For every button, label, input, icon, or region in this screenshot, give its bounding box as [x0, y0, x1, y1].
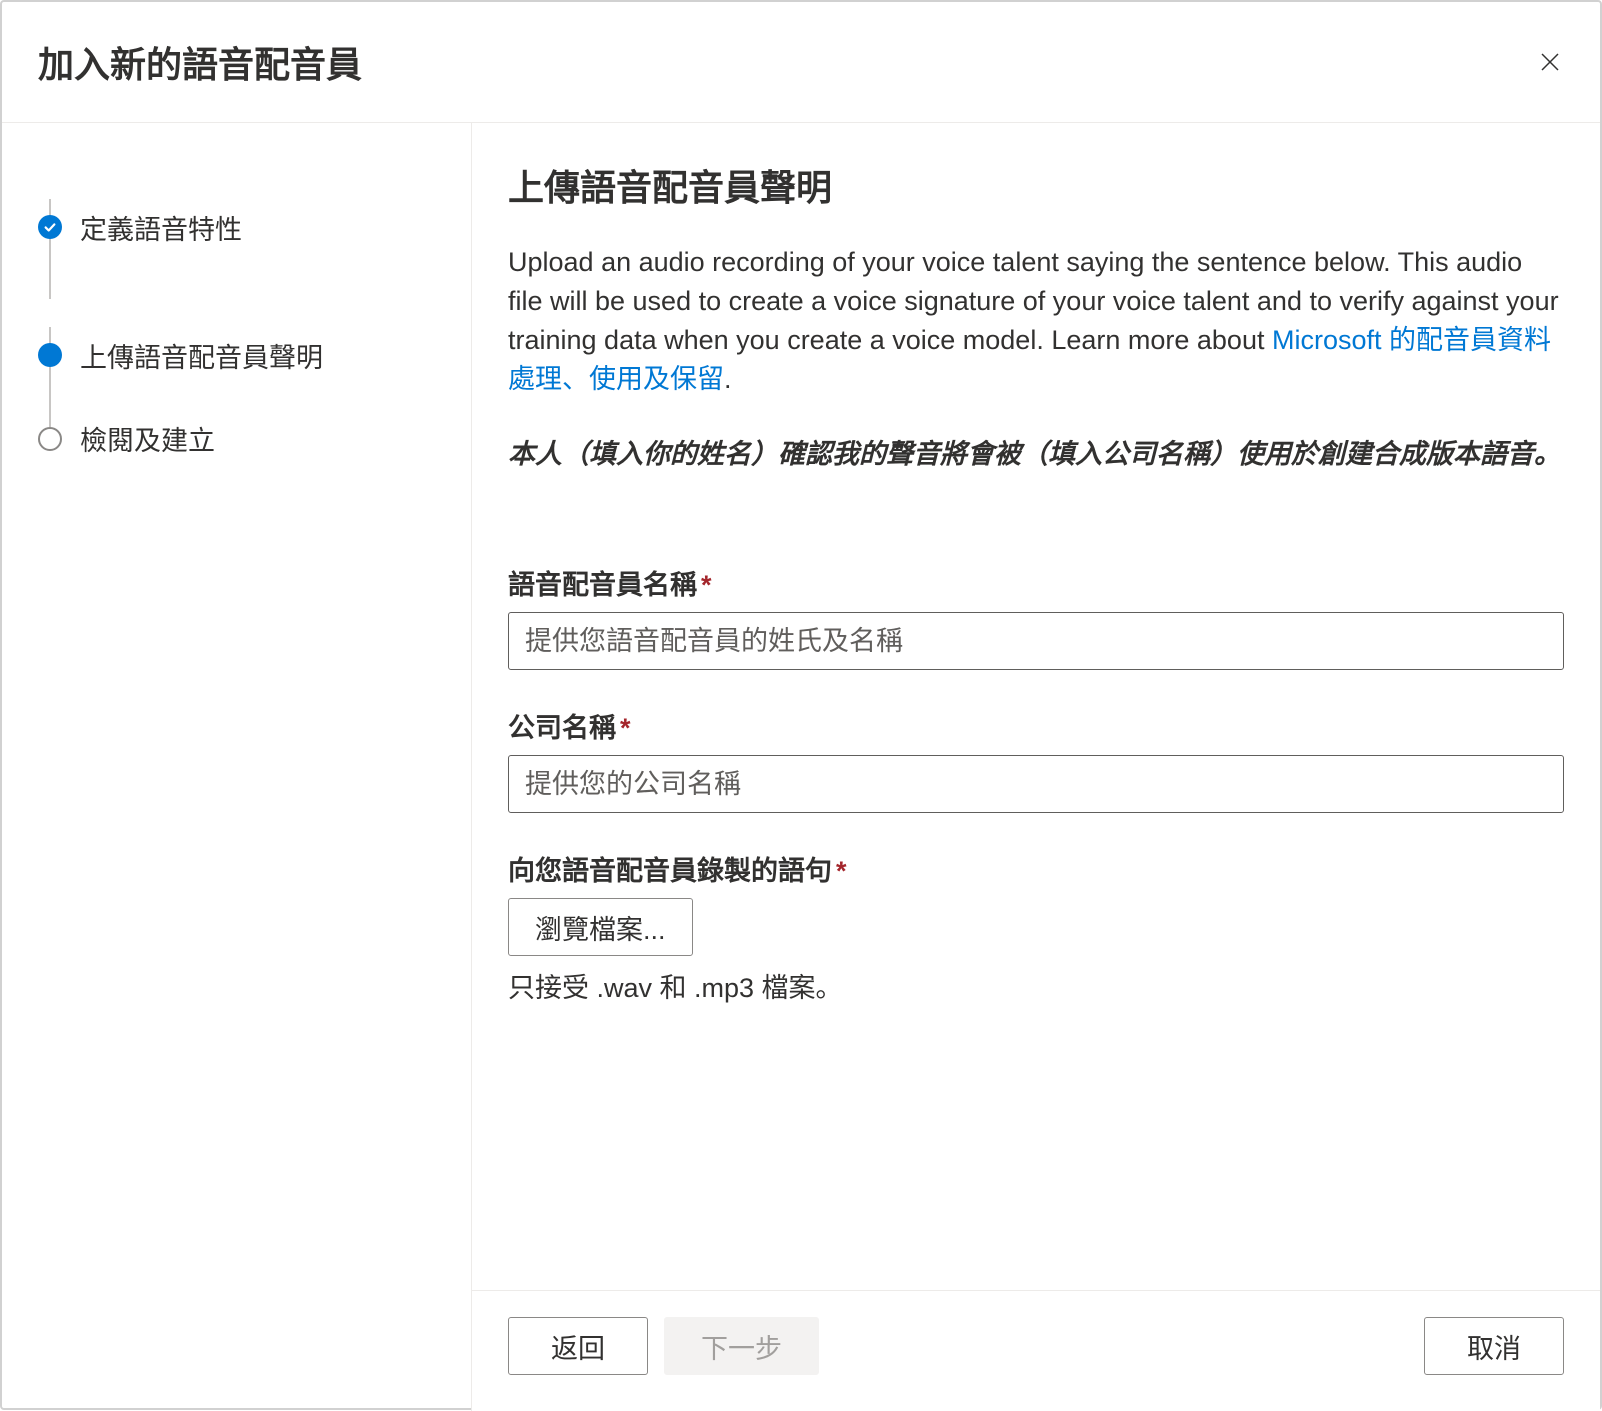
talent-name-group: 語音配音員名稱* — [508, 563, 1564, 670]
company-name-group: 公司名稱* — [508, 706, 1564, 813]
step-connector — [49, 199, 51, 299]
dialog-footer: 返回 下一步 取消 — [472, 1290, 1600, 1411]
step-list: 定義語音特性 上傳語音配音員聲明 檢閱及建立 — [38, 163, 435, 458]
step-upload-statement[interactable]: 上傳語音配音員聲明 — [38, 291, 435, 419]
file-help-text: 只接受 .wav 和 .mp3 檔案。 — [508, 966, 1564, 1005]
step-define-voice[interactable]: 定義語音特性 — [38, 163, 435, 291]
section-title: 上傳語音配音員聲明 — [508, 159, 1564, 211]
label-text: 語音配音員名稱 — [508, 570, 697, 600]
talent-name-input[interactable] — [508, 612, 1564, 670]
audio-file-label: 向您語音配音員錄製的語句* — [508, 849, 1564, 888]
step-sidebar: 定義語音特性 上傳語音配音員聲明 檢閱及建立 — [2, 123, 472, 1411]
browse-file-button[interactable]: 瀏覽檔案... — [508, 898, 693, 956]
step-indicator-completed — [38, 215, 62, 239]
close-button[interactable] — [1536, 48, 1564, 76]
company-name-input[interactable] — [508, 755, 1564, 813]
step-connector — [49, 327, 51, 427]
statement-text: 本人（填入你的姓名）確認我的聲音將會被（填入公司名稱）使用於創建合成版本語音。 — [508, 434, 1564, 476]
step-indicator-pending — [38, 427, 62, 451]
label-text: 公司名稱 — [508, 713, 616, 743]
description-suffix: . — [724, 364, 732, 394]
required-indicator: * — [701, 570, 712, 600]
company-name-label: 公司名稱* — [508, 706, 1564, 745]
step-review-create[interactable]: 檢閱及建立 — [38, 419, 435, 458]
talent-name-label: 語音配音員名稱* — [508, 563, 1564, 602]
description-text: Upload an audio recording of your voice … — [508, 243, 1564, 400]
audio-file-group: 向您語音配音員錄製的語句* 瀏覽檔案... 只接受 .wav 和 .mp3 檔案… — [508, 849, 1564, 1005]
main-content: 上傳語音配音員聲明 Upload an audio recording of y… — [472, 123, 1600, 1411]
step-indicator-current — [38, 343, 62, 367]
required-indicator: * — [620, 713, 631, 743]
step-label: 上傳語音配音員聲明 — [80, 336, 323, 375]
next-button[interactable]: 下一步 — [664, 1317, 819, 1375]
dialog-body: 定義語音特性 上傳語音配音員聲明 檢閱及建立 上傳語音配音員聲明 Upload … — [2, 123, 1600, 1411]
back-button[interactable]: 返回 — [508, 1317, 648, 1375]
close-icon — [1538, 50, 1562, 74]
required-indicator: * — [836, 856, 847, 886]
label-text: 向您語音配音員錄製的語句 — [508, 856, 832, 886]
dialog-header: 加入新的語音配音員 — [2, 2, 1600, 123]
cancel-button[interactable]: 取消 — [1424, 1317, 1564, 1375]
checkmark-icon — [43, 220, 57, 234]
step-label: 檢閱及建立 — [80, 419, 215, 458]
dialog-title: 加入新的語音配音員 — [38, 36, 362, 88]
step-label: 定義語音特性 — [80, 208, 242, 247]
